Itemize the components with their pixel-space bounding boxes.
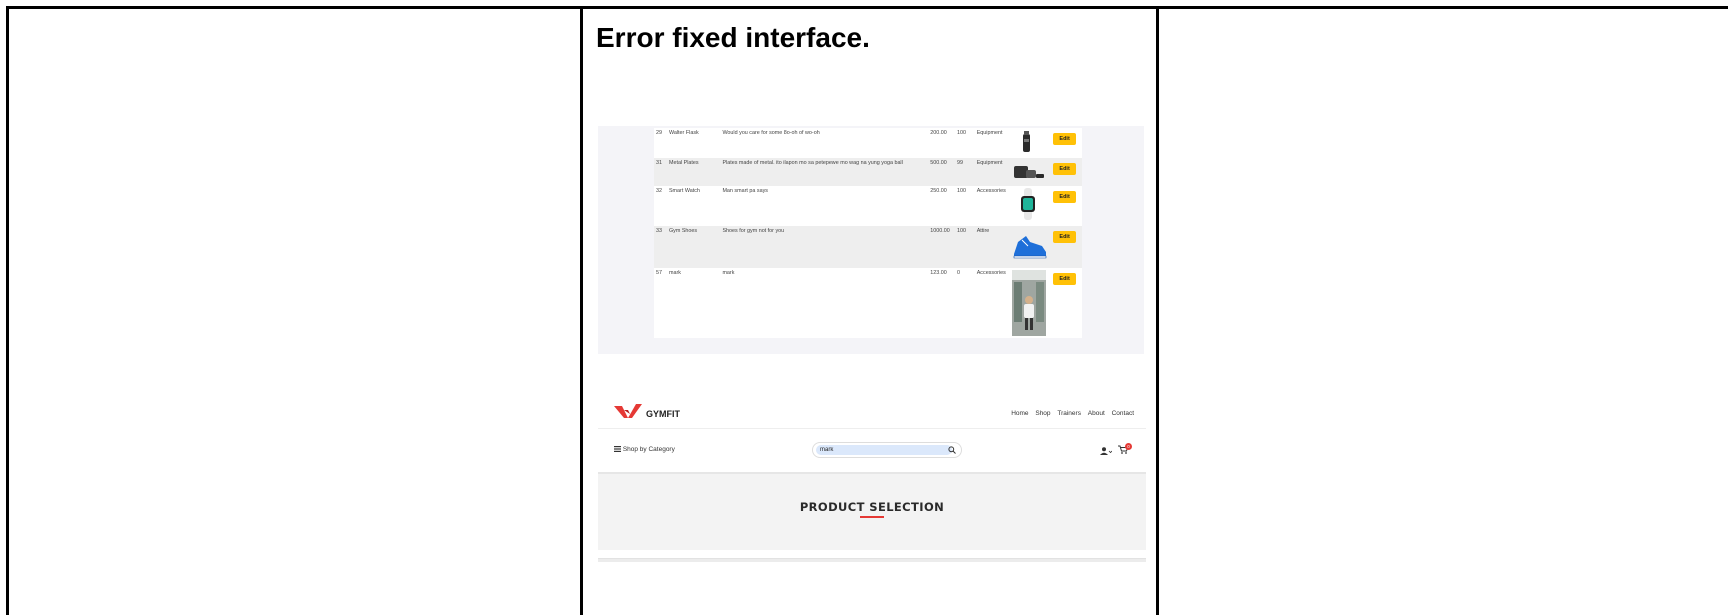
cell-category: Equipment	[974, 128, 1010, 158]
cell-image	[1009, 186, 1052, 226]
cell-stock: 100	[955, 186, 975, 226]
search-bar-row: Shop by Category 0	[598, 428, 1146, 472]
edit-button[interactable]: Edit	[1053, 163, 1076, 175]
cell-name: Gym Shoes	[666, 226, 721, 268]
brand-name: GYMFIT	[646, 409, 680, 419]
table-row: 31 Metal Plates Plates made of metal. it…	[654, 158, 1082, 186]
cell-action: Edit	[1051, 268, 1082, 338]
cell-description: Shoes for gym not for you	[720, 226, 929, 268]
nav-contact[interactable]: Contact	[1112, 410, 1134, 417]
nav-shop[interactable]: Shop	[1035, 410, 1050, 417]
cell-id: 31	[654, 158, 667, 186]
nav-home[interactable]: Home	[1011, 410, 1028, 417]
cell-image	[1009, 226, 1052, 268]
cell-description: mark	[720, 268, 929, 338]
cell-action: Edit	[1051, 128, 1082, 158]
table-row: 29 Walter Flask Would you care for some …	[654, 128, 1082, 158]
cell-id: 57	[654, 268, 667, 338]
section-divider	[598, 558, 1146, 562]
search-input[interactable]	[816, 445, 952, 455]
edit-button[interactable]: Edit	[1053, 273, 1076, 285]
weight-plates-icon	[1013, 166, 1044, 178]
table-row: 57 mark mark 123.00 0 Accessories Edit	[654, 268, 1082, 338]
user-icon[interactable]	[1100, 447, 1112, 455]
cell-image	[1009, 128, 1052, 158]
cell-id: 32	[654, 186, 667, 226]
edit-button[interactable]: Edit	[1053, 191, 1076, 203]
smart-watch-icon	[1020, 188, 1035, 220]
category-menu-label: Shop by Category	[622, 446, 675, 453]
cell-stock: 0	[955, 268, 975, 338]
cell-image	[1009, 268, 1052, 338]
cell-price: 250.00	[928, 186, 956, 226]
cell-stock: 100	[955, 128, 975, 158]
cell-stock: 99	[955, 158, 975, 186]
cell-name: Walter Flask	[666, 128, 721, 158]
table-row: 33 Gym Shoes Shoes for gym not for you 1…	[654, 226, 1082, 268]
sneaker-icon	[1013, 236, 1047, 259]
cell-id: 29	[654, 128, 667, 158]
product-table: 29 Walter Flask Would you care for some …	[654, 128, 1082, 338]
title-underline	[860, 516, 884, 518]
cell-category: Accessories	[974, 268, 1010, 338]
hamburger-icon	[614, 446, 621, 452]
shop-by-category-menu[interactable]: Shop by Category	[614, 446, 675, 453]
cell-description: Man smart pa says	[720, 186, 929, 226]
cell-action: Edit	[1051, 226, 1082, 268]
gymfit-logo-icon	[614, 404, 642, 418]
cell-category: Accessories	[974, 186, 1010, 226]
table-row: 32 Smart Watch Man smart pa says 250.00 …	[654, 186, 1082, 226]
cell-image	[1009, 158, 1052, 186]
top-nav: Home Shop Trainers About Contact	[1006, 410, 1134, 417]
column-divider-left	[580, 6, 583, 615]
cell-stock: 100	[955, 226, 975, 268]
cell-price: 200.00	[928, 128, 956, 158]
gymfit-site-screenshot: GYMFIT Home Shop Trainers About Contact …	[598, 392, 1146, 570]
search-box	[812, 442, 962, 458]
edit-button[interactable]: Edit	[1053, 133, 1076, 145]
site-header: GYMFIT Home Shop Trainers About Contact	[598, 392, 1146, 429]
cell-action: Edit	[1051, 186, 1082, 226]
hero-banner: PRODUCT SELECTION	[598, 472, 1146, 550]
water-bottle-icon	[1022, 131, 1030, 152]
cell-name: Metal Plates	[666, 158, 721, 186]
cell-price: 500.00	[928, 158, 956, 186]
nav-trainers[interactable]: Trainers	[1057, 410, 1081, 417]
cell-description: Would you care for some 8o-oh of wo-oh	[720, 128, 929, 158]
search-icon[interactable]	[948, 446, 956, 454]
document-title: Error fixed interface.	[596, 22, 870, 53]
product-table-screenshot: 29 Walter Flask Would you care for some …	[598, 126, 1144, 354]
edit-button[interactable]: Edit	[1053, 231, 1076, 243]
cell-action: Edit	[1051, 158, 1082, 186]
cell-id: 33	[654, 226, 667, 268]
cell-name: mark	[666, 268, 721, 338]
cart-count-badge: 0	[1125, 443, 1132, 450]
cell-category: Equipment	[974, 158, 1010, 186]
cell-category: Attire	[974, 226, 1010, 268]
nav-about[interactable]: About	[1088, 410, 1105, 417]
cell-name: Smart Watch	[666, 186, 721, 226]
cell-price: 1000.00	[928, 226, 956, 268]
person-photo-icon	[1011, 270, 1046, 336]
page-title: PRODUCT SELECTION	[799, 500, 945, 514]
column-divider-right	[1156, 6, 1159, 615]
cell-price: 123.00	[928, 268, 956, 338]
cell-description: Plates made of metal. ito ilapon mo sa p…	[720, 158, 929, 186]
